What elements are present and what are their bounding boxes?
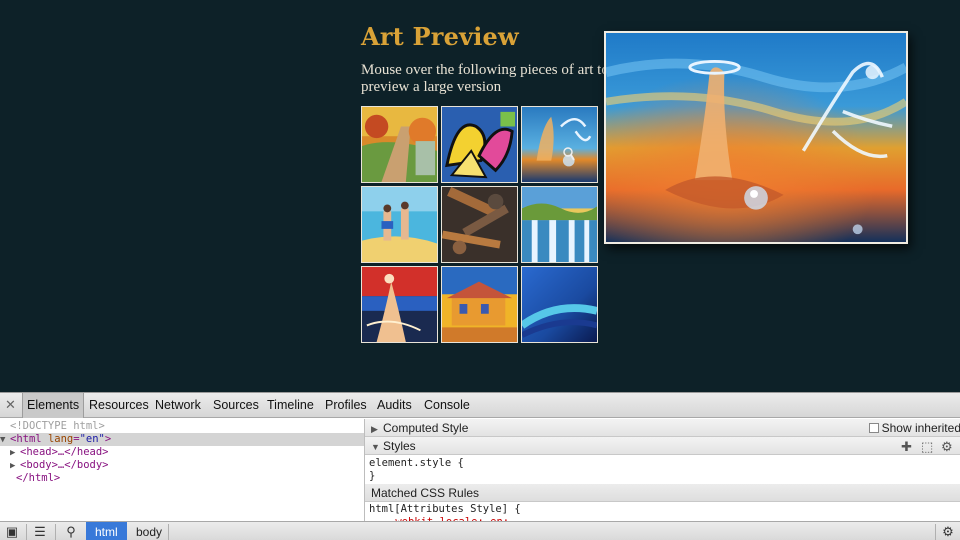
zoom-cursor-icon (563, 147, 575, 161)
tab-profiles[interactable]: Profiles (321, 393, 371, 418)
collapse-triangle-icon: ▼ (371, 442, 380, 452)
thumb-waterfall[interactable] (521, 186, 598, 263)
expand-triangle-icon: ▶ (371, 424, 378, 434)
html-attr-name: lang (47, 433, 74, 445)
styles-header[interactable]: ▼ Styles ✚ ⬚ ⚙ (365, 437, 960, 455)
breadcrumb-html[interactable]: html (86, 522, 127, 540)
attributes-style-rule[interactable]: html[Attributes Style] { (369, 503, 521, 515)
matched-css-rules-header: Matched CSS Rules (365, 484, 960, 502)
styles-sidebar: ▶ Computed Style Show inherited ▼ Styles ✚… (364, 419, 960, 521)
html-close-tag: </html> (16, 472, 61, 484)
computed-style-label: Computed Style (383, 421, 469, 435)
settings-gear-icon[interactable]: ⚙ (940, 524, 956, 540)
collapse-triangle-icon[interactable]: ▼ (0, 434, 10, 447)
dock-icon[interactable]: ▣ (4, 524, 20, 540)
thumb-yellow-house[interactable] (441, 266, 518, 343)
html-attr-value: "en" (79, 433, 105, 445)
devtools-panel: ✕ Elements Resources Network Sources Tim… (0, 392, 960, 540)
add-rule-icon[interactable]: ✚ (901, 438, 912, 456)
element-state-icon[interactable]: ⬚ (921, 438, 933, 456)
dom-html-close-line[interactable]: </html> (6, 472, 60, 485)
page-viewport: Art Preview Mouse over the following pie… (0, 0, 960, 392)
head-element: <head>…</head> (20, 446, 109, 458)
close-icon[interactable]: ✕ (5, 397, 16, 413)
tab-elements[interactable]: Elements (22, 393, 85, 418)
tab-console[interactable]: Console (420, 393, 474, 418)
tab-network[interactable]: Network (151, 393, 205, 418)
thumb-beach-painting[interactable] (361, 186, 438, 263)
tab-timeline[interactable]: Timeline (263, 393, 318, 418)
element-style-close: } (369, 470, 376, 482)
console-drawer-icon[interactable]: ☰ (32, 524, 48, 540)
thumb-autumn-path[interactable] (361, 106, 438, 183)
art-thumbnail-grid (361, 106, 599, 344)
devtools-tab-bar: ✕ Elements Resources Network Sources Tim… (0, 393, 960, 418)
tab-sources[interactable]: Sources (209, 393, 263, 418)
devtools-status-bar: ▣ ☰ ⚲ html body ⚙ (0, 521, 960, 540)
dom-tree: <!DOCTYPE html> ▼ <html lang="en"> ▶ <head… (0, 419, 364, 521)
thumb-red-splash[interactable] (361, 266, 438, 343)
matched-css-rules-label: Matched CSS Rules (371, 486, 480, 500)
doctype-text: <!DOCTYPE html> (10, 420, 105, 432)
gear-icon[interactable]: ⚙ (941, 438, 953, 456)
page-title: Art Preview (361, 22, 519, 51)
dom-head-line[interactable]: ▶ <head>…</head> (10, 446, 109, 459)
styles-label: Styles (383, 439, 416, 453)
page-subtitle: Mouse over the following pieces of art t… (361, 62, 609, 95)
dom-body-line[interactable]: ▶ <body>…</body> (10, 459, 109, 472)
tab-resources[interactable]: Resources (85, 393, 153, 418)
thumb-water-splash[interactable] (521, 106, 598, 183)
computed-style-header[interactable]: ▶ Computed Style Show inherited (365, 419, 960, 437)
checkbox-icon[interactable] (868, 423, 879, 433)
search-icon[interactable]: ⚲ (63, 524, 79, 540)
thumb-rusty-tools[interactable] (441, 186, 518, 263)
thumb-graffiti[interactable] (441, 106, 518, 183)
dom-doctype-line[interactable]: <!DOCTYPE html> (0, 420, 105, 433)
large-preview-image (604, 31, 908, 244)
body-element: <body>…</body> (20, 459, 109, 471)
breadcrumb-body[interactable]: body (127, 522, 171, 540)
tab-audits[interactable]: Audits (373, 393, 416, 418)
show-inherited-label: Show inherited (881, 421, 960, 435)
dom-html-line[interactable]: ▼ <html lang="en"> (0, 433, 364, 446)
show-inherited-checkbox[interactable]: Show inherited (868, 419, 960, 437)
element-style-rule[interactable]: element.style { (369, 457, 464, 469)
thumb-blue-abstract[interactable] (521, 266, 598, 343)
html-tag-name: html (16, 433, 42, 445)
